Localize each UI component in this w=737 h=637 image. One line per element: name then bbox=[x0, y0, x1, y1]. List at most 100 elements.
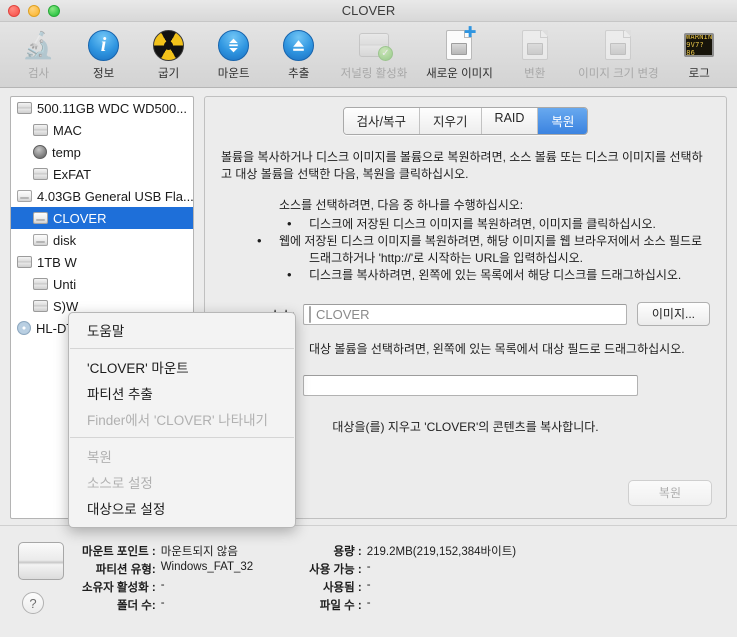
restore-button[interactable]: 복원 bbox=[627, 480, 712, 506]
window-title: CLOVER bbox=[341, 3, 396, 18]
info-row: 용량 : 219.2MB(219,152,384바이트) bbox=[309, 542, 517, 560]
volume-icon bbox=[33, 278, 48, 290]
toolbar-item-info-label: 정보 bbox=[92, 68, 115, 80]
eject-icon bbox=[283, 28, 315, 62]
info-table-left: 마운트 포인트 : 마운트되지 않음 파티션 유형: Windows_FAT_3… bbox=[82, 542, 253, 614]
restore-howto-heading: 소스를 선택하려면, 다음 중 하나를 수행하십시오: bbox=[279, 198, 524, 212]
info-row: 파티션 유형: Windows_FAT_32 bbox=[82, 560, 253, 578]
usb-disk-icon bbox=[17, 190, 32, 202]
mount-icon bbox=[218, 28, 250, 62]
sidebar-item-clover[interactable]: CLOVER bbox=[11, 207, 193, 229]
list-item: 웹에 저장된 디스크 이미지를 복원하려면, 해당 이미지를 웹 브라우저에서 … bbox=[279, 233, 710, 267]
sidebar-item-label: 1TB W bbox=[37, 254, 77, 270]
toolbar-item-log-label: 로그 bbox=[688, 68, 710, 80]
restore-intro-text: 볼륨을 복사하거나 디스크 이미지를 볼륨으로 복원하려면, 소스 볼륨 또는 … bbox=[221, 150, 703, 181]
info-row: 폴더 수: - bbox=[82, 596, 253, 614]
info-row: 마운트 포인트 : 마운트되지 않음 bbox=[82, 542, 253, 560]
volume-icon bbox=[33, 168, 48, 180]
tab-erase[interactable]: 지우기 bbox=[420, 108, 482, 134]
sidebar-item-mac[interactable]: MAC bbox=[11, 119, 193, 141]
hdd-icon bbox=[17, 102, 32, 114]
tab-restore[interactable]: 복원 bbox=[538, 108, 588, 134]
new-image-icon: ✚ bbox=[446, 25, 476, 62]
context-menu-item-mount-clover[interactable]: 'CLOVER' 마운트 bbox=[69, 354, 295, 380]
toolbar-item-mount-label: 마운트 bbox=[217, 68, 250, 80]
sidebar-item-label: 4.03GB General USB Fla... bbox=[37, 188, 194, 204]
info-columns: 마운트 포인트 : 마운트되지 않음 파티션 유형: Windows_FAT_3… bbox=[82, 542, 516, 614]
toolbar-item-convert-label: 변환 bbox=[524, 68, 546, 80]
toolbar-item-enable-journaling[interactable]: ✓ 저널링 활성화 bbox=[331, 26, 417, 81]
sidebar-item-usb-flash[interactable]: 4.03GB General USB Fla... bbox=[11, 185, 193, 207]
toolbar-item-burn-label: 굽기 bbox=[158, 68, 180, 80]
resize-image-icon bbox=[605, 28, 632, 62]
context-menu-item-help[interactable]: 도움말 bbox=[69, 317, 295, 343]
sidebar-item-wdc-500gb[interactable]: 500.11GB WDC WD500... bbox=[11, 97, 193, 119]
destination-input[interactable] bbox=[303, 375, 638, 396]
list-item: 디스크에 저장된 디스크 이미지를 복원하려면, 이미지를 클릭하십시오. bbox=[279, 215, 710, 233]
info-value: - bbox=[160, 579, 165, 591]
info-key: 마운트 포인트 : bbox=[82, 546, 156, 558]
log-icon-line1: WARNIN bbox=[685, 33, 713, 41]
sidebar-item-label: disk bbox=[53, 232, 77, 248]
disk-icon bbox=[18, 542, 64, 580]
log-icon-line2: 9V7?86 bbox=[686, 41, 704, 57]
help-button[interactable]: ? bbox=[22, 592, 44, 614]
context-menu-item-set-as-destination[interactable]: 대상으로 설정 bbox=[69, 495, 295, 521]
toolbar-item-eject-label: 추출 bbox=[288, 68, 310, 80]
hdd-icon bbox=[17, 256, 32, 268]
toolbar-item-resize-image-label: 이미지 크기 변경 bbox=[578, 68, 659, 80]
info-key: 용량 : bbox=[333, 546, 362, 558]
volume-icon bbox=[33, 124, 48, 136]
image-button[interactable]: 이미지... bbox=[636, 302, 710, 326]
sidebar-item-1tb[interactable]: 1TB W bbox=[11, 251, 193, 273]
microscope-icon: 🔬 bbox=[22, 30, 55, 60]
title-bar: CLOVER bbox=[0, 0, 737, 22]
tab-verify-repair[interactable]: 검사/복구 bbox=[343, 108, 421, 134]
info-value: 마운트되지 않음 bbox=[160, 546, 238, 558]
toolbar-item-info[interactable]: i 정보 bbox=[71, 26, 136, 81]
volume-icon bbox=[33, 212, 48, 224]
convert-icon bbox=[521, 28, 548, 62]
source-input-value: CLOVER bbox=[316, 306, 370, 322]
context-menu-item-eject-partition[interactable]: 파티션 추출 bbox=[69, 380, 295, 406]
info-key: 소유자 활성화 : bbox=[82, 582, 156, 594]
info-row: 사용됨 : - bbox=[309, 578, 516, 596]
sidebar-item-disk[interactable]: disk bbox=[11, 229, 193, 251]
toolbar-item-convert[interactable]: 변환 bbox=[502, 26, 567, 81]
info-key: 폴더 수: bbox=[116, 600, 156, 612]
info-footer: 마운트 포인트 : 마운트되지 않음 파티션 유형: Windows_FAT_3… bbox=[0, 525, 737, 637]
info-value: Windows_FAT_32 bbox=[160, 561, 254, 573]
journaling-icon: ✓ bbox=[358, 28, 393, 62]
volume-icon bbox=[309, 305, 311, 323]
info-table-right: 용량 : 219.2MB(219,152,384바이트) 사용 가능 : - 사… bbox=[309, 542, 516, 614]
info-row: 사용 가능 : - bbox=[309, 560, 516, 578]
tab-raid[interactable]: RAID bbox=[481, 108, 539, 134]
context-menu[interactable]: 도움말 'CLOVER' 마운트 파티션 추출 Finder에서 'CLOVER… bbox=[68, 312, 296, 528]
info-row: 파일 수 : - bbox=[309, 596, 516, 614]
sidebar-item-temp[interactable]: temp bbox=[11, 141, 193, 163]
toolbar-item-mount[interactable]: 마운트 bbox=[201, 26, 266, 81]
list-item: 디스크를 복사하려면, 왼쪽에 있는 목록에서 해당 디스크를 드래그하십시오. bbox=[279, 266, 710, 284]
sidebar-item-label: CLOVER bbox=[53, 210, 107, 226]
context-menu-separator bbox=[70, 437, 294, 438]
info-value: - bbox=[160, 597, 165, 609]
toolbar-item-resize-image[interactable]: 이미지 크기 변경 bbox=[567, 26, 669, 81]
sidebar-item-untitled[interactable]: Unti bbox=[11, 273, 193, 295]
disk-utility-window: CLOVER 🔬 검사 i 정보 굽기 마운트 추출 ✓ 저널링 활성화 ✚ 새… bbox=[0, 0, 737, 637]
toolbar-item-new-image-label: 새로운 이미지 bbox=[426, 68, 493, 80]
info-key: 사용됨 : bbox=[322, 582, 362, 594]
info-value: - bbox=[366, 597, 371, 609]
toolbar-item-log[interactable]: WARNIN 9V7?86 로그 bbox=[670, 26, 729, 81]
toolbar-item-new-image[interactable]: ✚ 새로운 이미지 bbox=[417, 25, 503, 81]
restore-button-row: 복원 bbox=[618, 480, 712, 506]
context-menu-item-restore: 복원 bbox=[87, 450, 112, 465]
sidebar-item-exfat[interactable]: ExFAT bbox=[11, 163, 193, 185]
toolbar-item-eject[interactable]: 추출 bbox=[266, 26, 331, 81]
sidebar-item-label: ExFAT bbox=[53, 166, 92, 182]
optical-disc-icon bbox=[17, 321, 31, 335]
restore-howto-list: 디스크에 저장된 디스크 이미지를 복원하려면, 이미지를 클릭하십시오. 웹에… bbox=[279, 215, 710, 284]
toolbar-item-verify[interactable]: 🔬 검사 bbox=[6, 26, 71, 81]
info-row: 소유자 활성화 : - bbox=[82, 578, 253, 596]
source-input[interactable]: CLOVER bbox=[303, 303, 627, 325]
toolbar-item-burn[interactable]: 굽기 bbox=[136, 26, 201, 81]
